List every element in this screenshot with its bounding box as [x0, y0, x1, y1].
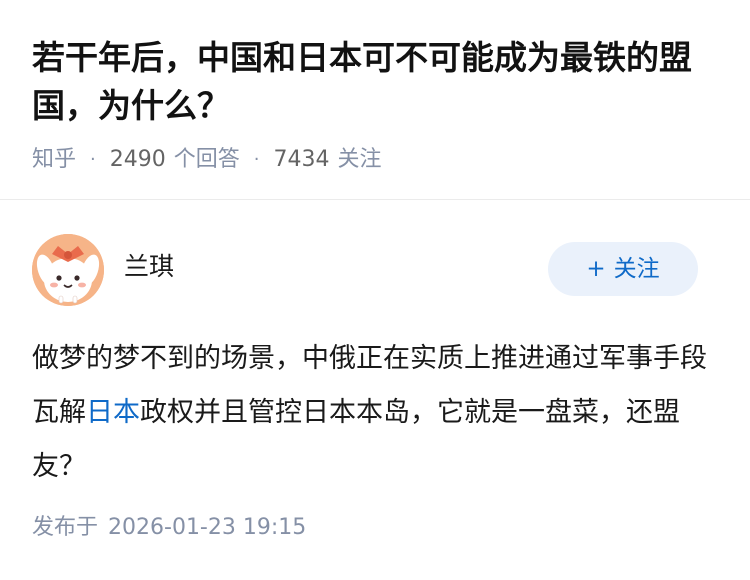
- publish-label: 发布于: [32, 515, 99, 540]
- follower-count-label: 关注: [337, 147, 382, 172]
- meta-separator: ·: [253, 149, 260, 170]
- follower-count: 7434: [273, 147, 330, 172]
- answer-text: 做梦的梦不到的场景，中俄正在实质上推进通过军事手段瓦解日本政权并且管控日本本岛，…: [32, 332, 722, 494]
- source-label[interactable]: 知乎: [32, 145, 76, 175]
- question-title[interactable]: 若干年后，中国和日本可不可能成为最铁的盟国，为什么？: [32, 34, 722, 130]
- answer-count: 2490: [109, 147, 166, 172]
- answer-count-label: 个回答: [173, 147, 240, 172]
- question-meta: 知乎 · 2490 个回答 · 7434 关注: [32, 145, 382, 175]
- publish-time: 2026-01-23 19:15: [108, 515, 307, 540]
- cartoon-bunny-avatar-icon: [32, 234, 104, 306]
- question-header: 若干年后，中国和日本可不可能成为最铁的盟国，为什么？ 知乎 · 2490 个回答…: [0, 0, 750, 200]
- answer-card: 兰琪 + 关注 做梦的梦不到的场景，中俄正在实质上推进通过军事手段瓦解日本政权并且…: [0, 200, 750, 580]
- publish-info: 发布于 2026-01-23 19:15: [32, 513, 306, 543]
- japan-link[interactable]: 日本: [86, 397, 140, 428]
- follow-button[interactable]: + 关注: [548, 242, 698, 296]
- plus-icon: +: [586, 256, 606, 282]
- author-avatar[interactable]: [32, 234, 104, 306]
- meta-separator: ·: [90, 149, 96, 170]
- author-name[interactable]: 兰琪: [124, 250, 174, 284]
- follow-button-label: 关注: [613, 256, 660, 282]
